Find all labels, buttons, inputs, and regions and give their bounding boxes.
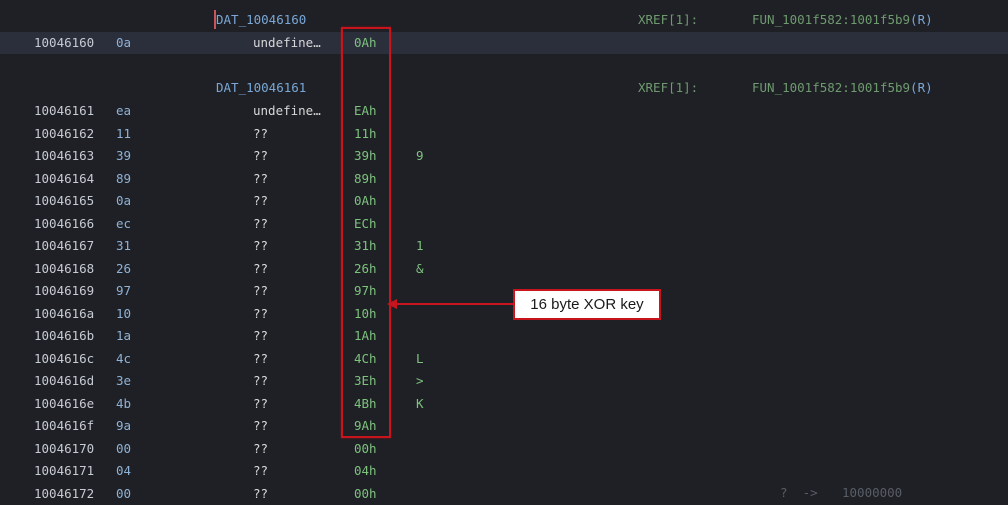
xref-label: XREF[1]:: [638, 80, 699, 95]
ascii-char: 9: [416, 148, 424, 163]
mnemonic: ??: [253, 395, 269, 411]
byte-value: 39: [116, 148, 132, 163]
xref-type: (R): [910, 80, 933, 95]
byte-value: ea: [116, 103, 132, 118]
byte-value: 0a: [116, 35, 132, 50]
mnemonic: ??: [253, 283, 269, 298]
address[interactable]: 10046163: [34, 145, 94, 167]
address[interactable]: 10046172: [34, 483, 94, 505]
mnemonic: ??: [253, 463, 269, 478]
address[interactable]: 1004616b: [34, 325, 94, 347]
byte-value: 31: [116, 238, 132, 253]
xref-link[interactable]: FUN_1001f582:1001f5b9(R): [752, 77, 933, 99]
address[interactable]: 10046164: [34, 168, 94, 190]
mnemonic: ??: [253, 373, 269, 388]
label-row[interactable]: DAT_10046161 XREF[1]: FUN_1001f582:1001f…: [0, 77, 1008, 99]
byte-value: 4b: [116, 395, 132, 411]
ascii-char: &: [416, 260, 424, 276]
listing-row[interactable]: 10046162 11?? 11h: [0, 123, 1008, 145]
ascii-char: K: [416, 395, 424, 411]
xref-type: (R): [910, 12, 933, 27]
listing-row[interactable]: 1004616c 4c?? 4Ch L: [0, 348, 1008, 370]
mnemonic: undefine…: [253, 103, 321, 118]
mnemonic: ??: [253, 148, 269, 163]
callout-arrow: [387, 299, 513, 309]
ascii-char: >: [416, 373, 424, 388]
byte-value: ec: [116, 215, 132, 231]
byte-value: 89: [116, 170, 132, 186]
mnemonic: ??: [253, 440, 269, 456]
address[interactable]: 10046169: [34, 280, 94, 302]
byte-value: 4c: [116, 350, 132, 366]
xor-key-callout: 16 byte XOR key: [513, 289, 661, 320]
listing-row[interactable]: 10046168 26?? 26h &: [0, 258, 1008, 280]
listing-row-selected[interactable]: 10046160 0a undefine… 0Ah: [0, 32, 1008, 54]
byte-value: 26: [116, 260, 132, 276]
mnemonic: ??: [253, 418, 269, 433]
listing-row[interactable]: 10046167 31?? 31h 1: [0, 235, 1008, 257]
mnemonic: ??: [253, 350, 269, 366]
address[interactable]: 10046171: [34, 460, 94, 482]
address[interactable]: 10046165: [34, 190, 94, 212]
operand-value: 00h: [354, 440, 377, 456]
mnemonic: ??: [253, 125, 269, 141]
byte-value: 11: [116, 125, 132, 141]
address[interactable]: 10046168: [34, 258, 94, 280]
address[interactable]: 10046167: [34, 235, 94, 257]
mnemonic: ??: [253, 238, 269, 253]
address[interactable]: 1004616f: [34, 415, 94, 437]
data-label[interactable]: DAT_10046160: [216, 9, 306, 31]
byte-value: 00: [116, 485, 132, 501]
mnemonic: ??: [253, 215, 269, 231]
listing-row[interactable]: 10046170 00?? 00h: [0, 438, 1008, 460]
mnemonic: ??: [253, 305, 269, 321]
data-label[interactable]: DAT_10046161: [216, 77, 306, 99]
listing-row[interactable]: 10046161 ea undefine… EAh: [0, 100, 1008, 122]
byte-value: 1a: [116, 328, 132, 343]
xref-label: XREF[1]:: [638, 12, 699, 27]
listing-row[interactable]: 10046166 ec?? ECh: [0, 213, 1008, 235]
listing-row[interactable]: 10046171 04?? 04h: [0, 460, 1008, 482]
mnemonic: ??: [253, 485, 269, 501]
byte-value: 9a: [116, 418, 132, 433]
mnemonic: ??: [253, 328, 269, 343]
byte-value: 10: [116, 305, 132, 321]
listing-row[interactable]: 1004616b 1a?? 1Ah: [0, 325, 1008, 347]
byte-value: 97: [116, 283, 132, 298]
byte-value: 04: [116, 463, 132, 478]
listing-row[interactable]: 1004616f 9a?? 9Ah: [0, 415, 1008, 437]
address[interactable]: 10046161: [34, 100, 94, 122]
address[interactable]: 10046160: [34, 32, 94, 54]
byte-value: 3e: [116, 373, 132, 388]
address[interactable]: 1004616e: [34, 393, 94, 415]
code-listing[interactable]: DAT_10046160 XREF[1]: FUN_1001f582:1001f…: [0, 0, 1008, 505]
mnemonic: undefine…: [253, 35, 321, 50]
listing-row[interactable]: 1004616e 4b?? 4Bh K: [0, 393, 1008, 415]
address[interactable]: 1004616a: [34, 303, 94, 325]
mnemonic: ??: [253, 193, 269, 208]
listing-row[interactable]: 10046165 0a?? 0Ah: [0, 190, 1008, 212]
operand-value: 00h: [354, 485, 377, 501]
address[interactable]: 10046162: [34, 123, 94, 145]
mnemonic: ??: [253, 260, 269, 276]
ascii-char: 1: [416, 238, 424, 253]
label-row[interactable]: DAT_10046160 XREF[1]: FUN_1001f582:1001f…: [0, 9, 1008, 31]
byte-value: 0a: [116, 193, 132, 208]
xor-key-highlight-box: [341, 27, 391, 438]
listing-row[interactable]: 1004616d 3e?? 3Eh >: [0, 370, 1008, 392]
address[interactable]: 10046166: [34, 213, 94, 235]
address[interactable]: 1004616c: [34, 348, 94, 370]
xref-link[interactable]: FUN_1001f582:1001f5b9(R): [752, 9, 933, 31]
address[interactable]: 1004616d: [34, 370, 94, 392]
operand-value: 04h: [354, 463, 377, 478]
mnemonic: ??: [253, 170, 269, 186]
byte-value: 00: [116, 440, 132, 456]
xref-function[interactable]: FUN_1001f582:1001f5b9: [752, 80, 910, 95]
listing-row[interactable]: 10046163 39?? 39h 9: [0, 145, 1008, 167]
address[interactable]: 10046170: [34, 438, 94, 460]
xref-function[interactable]: FUN_1001f582:1001f5b9: [752, 12, 910, 27]
listing-row[interactable]: 10046172 00?? 00h: [0, 483, 1008, 505]
listing-row[interactable]: 10046164 89?? 89h: [0, 168, 1008, 190]
ascii-char: L: [416, 350, 424, 366]
